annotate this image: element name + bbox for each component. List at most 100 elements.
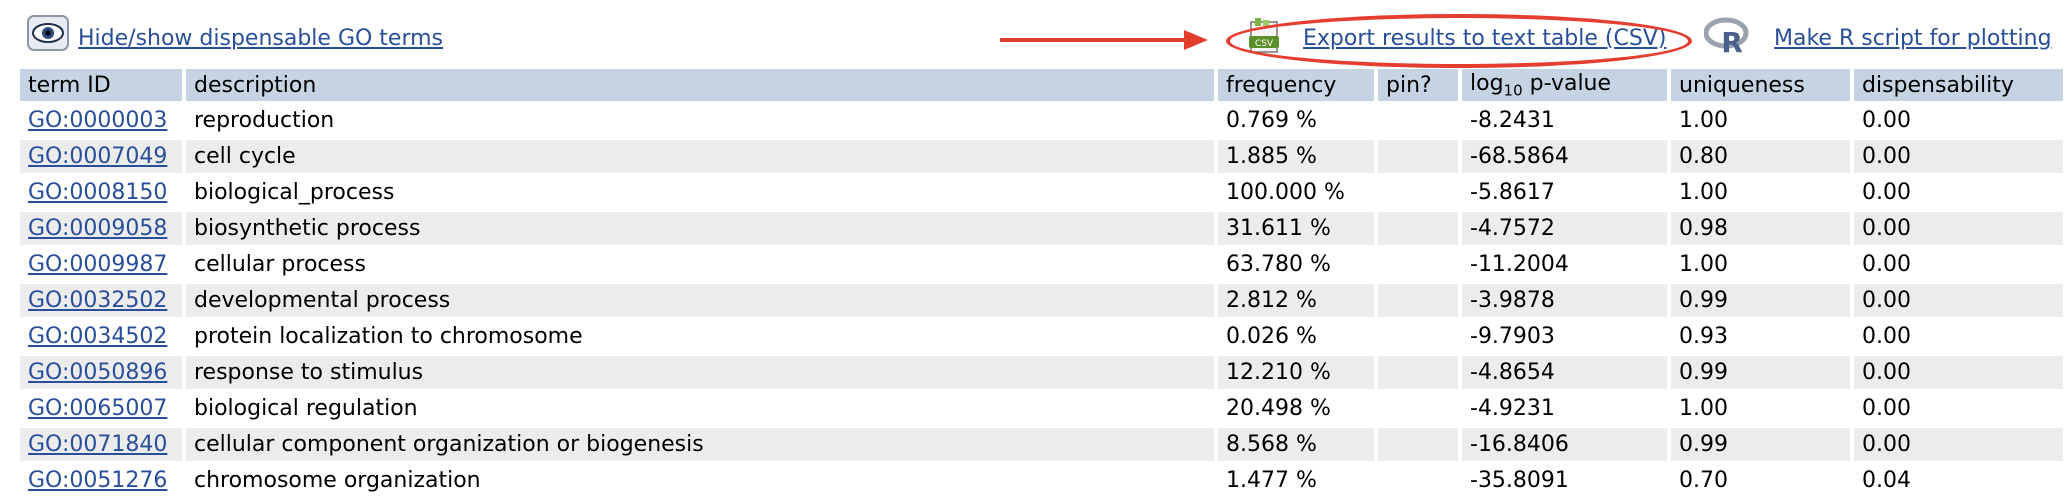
term-id-cell: GO:0051276 (20, 464, 182, 497)
dispensability-cell: 0.00 (1854, 104, 2063, 137)
header-dispensability[interactable]: dispensability (1854, 69, 2063, 101)
description-cell: cellular process (186, 248, 1214, 281)
uniqueness-cell: 0.70 (1671, 464, 1850, 497)
dispensability-cell: 0.00 (1854, 176, 2063, 209)
term-id-link[interactable]: GO:0034502 (28, 324, 167, 349)
term-id-cell: GO:0065007 (20, 392, 182, 425)
dispensability-cell: 0.00 (1854, 392, 2063, 425)
uniqueness-cell: 1.00 (1671, 248, 1850, 281)
table-row: GO:0034502 protein localization to chromo… (20, 320, 2063, 353)
pin-cell[interactable] (1378, 248, 1458, 281)
dispensability-cell: 0.00 (1854, 428, 2063, 461)
dispensability-cell: 0.04 (1854, 464, 2063, 497)
term-id-link[interactable]: GO:0009987 (28, 252, 167, 277)
header-uniqueness[interactable]: uniqueness (1671, 69, 1850, 101)
header-pin[interactable]: pin? (1378, 69, 1458, 101)
frequency-cell: 8.568 % (1218, 428, 1374, 461)
frequency-cell: 63.780 % (1218, 248, 1374, 281)
go-terms-table: term ID description frequency pin? log10… (16, 66, 2067, 500)
frequency-cell: 20.498 % (1218, 392, 1374, 425)
r-logo-icon[interactable]: R (1703, 16, 1754, 59)
pin-cell[interactable] (1378, 356, 1458, 389)
pvalue-cell: -8.2431 (1462, 104, 1667, 137)
pin-cell[interactable] (1378, 392, 1458, 425)
header-log-prefix: log (1470, 70, 1504, 96)
table-row: GO:0051276 chromosome organization 1.477 %… (20, 464, 2063, 497)
pvalue-cell: -4.8654 (1462, 356, 1667, 389)
pin-cell[interactable] (1378, 428, 1458, 461)
frequency-cell: 0.026 % (1218, 320, 1374, 353)
dispensability-cell: 0.00 (1854, 320, 2063, 353)
frequency-cell: 12.210 % (1218, 356, 1374, 389)
pin-cell[interactable] (1378, 320, 1458, 353)
uniqueness-cell: 0.99 (1671, 428, 1850, 461)
header-description[interactable]: description (186, 69, 1214, 101)
frequency-cell: 1.885 % (1218, 140, 1374, 173)
pin-cell[interactable] (1378, 104, 1458, 137)
uniqueness-cell: 1.00 (1671, 104, 1850, 137)
uniqueness-cell: 0.93 (1671, 320, 1850, 353)
term-id-cell: GO:0034502 (20, 320, 182, 353)
table-row: GO:0009987 cellular process 63.780 % -11.20… (20, 248, 2063, 281)
term-id-link[interactable]: GO:0032502 (28, 288, 167, 313)
term-id-cell: GO:0009987 (20, 248, 182, 281)
table-row: GO:0071840 cellular component organizatio… (20, 428, 2063, 461)
pvalue-cell: -3.9878 (1462, 284, 1667, 317)
pin-cell[interactable] (1378, 212, 1458, 245)
pvalue-cell: -68.5864 (1462, 140, 1667, 173)
pvalue-cell: -16.8406 (1462, 428, 1667, 461)
frequency-cell: 2.812 % (1218, 284, 1374, 317)
table-row: GO:0050896 response to stimulus 12.210 % -4… (20, 356, 2063, 389)
description-cell: reproduction (186, 104, 1214, 137)
eye-icon[interactable] (26, 14, 70, 54)
header-frequency[interactable]: frequency (1218, 69, 1374, 101)
toolbar: Hide/show dispensable GO terms CSV Expor… (0, 0, 2072, 68)
term-id-link[interactable]: GO:0009058 (28, 216, 167, 241)
term-id-link[interactable]: GO:0050896 (28, 360, 167, 385)
uniqueness-cell: 0.99 (1671, 356, 1850, 389)
term-id-link[interactable]: GO:0071840 (28, 432, 167, 457)
term-id-cell: GO:0008150 (20, 176, 182, 209)
pvalue-cell: -4.7572 (1462, 212, 1667, 245)
dispensability-cell: 0.00 (1854, 284, 2063, 317)
pvalue-cell: -11.2004 (1462, 248, 1667, 281)
dispensability-cell: 0.00 (1854, 248, 2063, 281)
frequency-cell: 100.000 % (1218, 176, 1374, 209)
uniqueness-cell: 0.80 (1671, 140, 1850, 173)
term-id-link[interactable]: GO:0008150 (28, 180, 167, 205)
term-id-link[interactable]: GO:0000003 (28, 108, 167, 133)
dispensability-cell: 0.00 (1854, 356, 2063, 389)
table-row: GO:0000003 reproduction 0.769 % -8.2431 1.00… (20, 104, 2063, 137)
description-cell: chromosome organization (186, 464, 1214, 497)
pvalue-cell: -4.9231 (1462, 392, 1667, 425)
uniqueness-cell: 0.99 (1671, 284, 1850, 317)
pin-cell[interactable] (1378, 140, 1458, 173)
uniqueness-cell: 1.00 (1671, 392, 1850, 425)
pvalue-cell: -35.8091 (1462, 464, 1667, 497)
uniqueness-cell: 1.00 (1671, 176, 1850, 209)
pin-cell[interactable] (1378, 176, 1458, 209)
term-id-link[interactable]: GO:0007049 (28, 144, 167, 169)
pvalue-cell: -5.8617 (1462, 176, 1667, 209)
description-cell: response to stimulus (186, 356, 1214, 389)
arrow-annotation (1000, 28, 1210, 52)
header-term-id[interactable]: term ID (20, 69, 182, 101)
dispensability-cell: 0.00 (1854, 140, 2063, 173)
pin-cell[interactable] (1378, 284, 1458, 317)
table-row: GO:0065007 biological regulation 20.498 % -… (20, 392, 2063, 425)
frequency-cell: 1.477 % (1218, 464, 1374, 497)
frequency-cell: 0.769 % (1218, 104, 1374, 137)
pin-cell[interactable] (1378, 464, 1458, 497)
make-r-script-link[interactable]: Make R script for plotting (1774, 26, 2052, 51)
description-cell: biosynthetic process (186, 212, 1214, 245)
term-id-cell: GO:0009058 (20, 212, 182, 245)
description-cell: biological regulation (186, 392, 1214, 425)
hide-show-dispensable-link[interactable]: Hide/show dispensable GO terms (78, 26, 443, 51)
term-id-cell: GO:0050896 (20, 356, 182, 389)
dispensability-cell: 0.00 (1854, 212, 2063, 245)
r-icon-text: R (1721, 26, 1743, 56)
header-log10-pvalue[interactable]: log10 p-value (1462, 69, 1667, 101)
term-id-link[interactable]: GO:0065007 (28, 396, 167, 421)
table-row: GO:0032502 developmental process 2.812 % -3… (20, 284, 2063, 317)
term-id-link[interactable]: GO:0051276 (28, 468, 167, 493)
